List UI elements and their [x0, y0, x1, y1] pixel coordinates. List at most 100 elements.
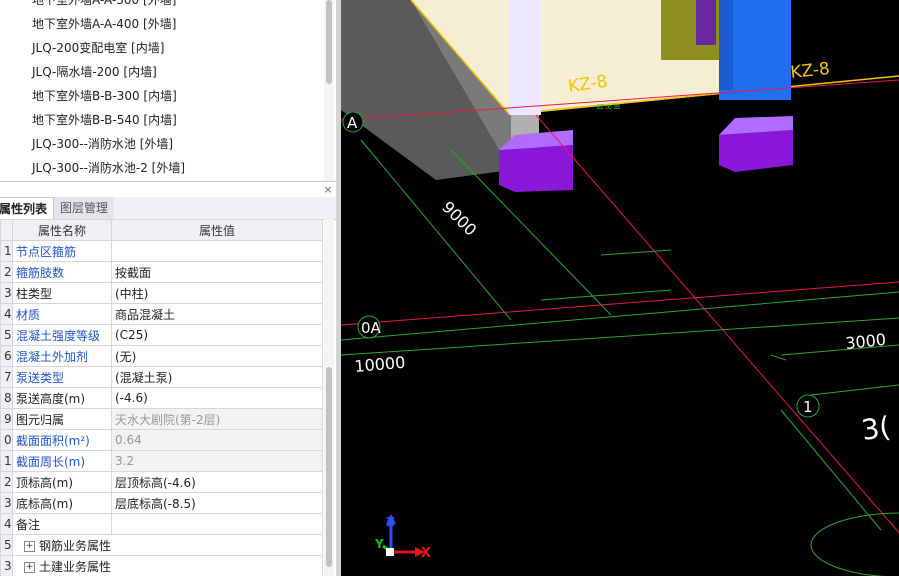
property-value[interactable]: 层顶标高(-4.6): [111, 471, 323, 493]
row-number: 5: [0, 324, 13, 346]
property-table: 属性名称 属性值 1 节点区箍筋 2 箍筋肢数 按截面 3 柱类型 (中柱) 4 材质 商品混…: [0, 219, 323, 576]
list-item[interactable]: 地下室外墙A-A-300 [外墙]: [32, 0, 176, 10]
dim-line: [341, 317, 899, 356]
row-number: 2: [0, 471, 13, 493]
table-row[interactable]: 2 箍筋肢数 按截面: [0, 261, 323, 283]
property-name: 泵送类型: [12, 366, 112, 388]
property-name: 顶标高(m): [12, 471, 112, 493]
dim-text-partial: 3(: [859, 410, 892, 447]
table-row[interactable]: 9 图元归属 天水大剧院(第-2层): [0, 408, 323, 430]
header-num: [0, 219, 13, 241]
row-number: 8: [0, 387, 13, 409]
list-item[interactable]: JLQ-300--消防水池 [外墙]: [32, 134, 173, 154]
list-item[interactable]: JLQ-隔水墙-200 [内墙]: [32, 62, 157, 82]
property-name: 备注: [12, 513, 112, 535]
row-number: 3: [0, 555, 13, 576]
axis-label-a: A: [347, 114, 358, 132]
left-panel: 地下室外墙A-A-300 [外墙] 地下室外墙A-A-400 [外墙] JLQ-…: [0, 0, 336, 576]
axis-line-1: [535, 114, 899, 534]
property-value[interactable]: (C25): [111, 324, 323, 346]
row-number: 5: [0, 534, 13, 556]
list-item[interactable]: 地下室外墙B-B-540 [内墙]: [32, 110, 177, 130]
kz-label-right: KZ-8: [789, 59, 830, 83]
dim-text-3000: 3000: [844, 330, 886, 353]
row-number: 4: [0, 513, 13, 535]
table-row[interactable]: 4 备注: [0, 513, 323, 535]
property-value[interactable]: (-4.6): [111, 387, 323, 409]
property-name: 节点区箍筋: [12, 240, 112, 262]
list-item[interactable]: JLQ-200变配电室 [内墙]: [32, 38, 164, 58]
axis-label-0a: 0A: [361, 319, 382, 337]
row-number: 0: [0, 429, 13, 451]
column-shaft: [509, 0, 541, 115]
element-annotation: ≡∞≡: [596, 102, 621, 113]
property-scrollbar[interactable]: [324, 219, 334, 576]
tab-layers[interactable]: 图层管理: [54, 197, 115, 219]
3d-viewport[interactable]: KZ-8 KZ-8 ≡∞≡ A 0A 1 9000 10000 3000 3(: [341, 0, 899, 576]
row-number: 9: [0, 408, 13, 430]
property-value: 3.2: [111, 450, 323, 472]
table-row[interactable]: 2 顶标高(m) 层顶标高(-4.6): [0, 471, 323, 493]
table-row[interactable]: 6 混凝土外加剂 (无): [0, 345, 323, 367]
property-value[interactable]: 按截面: [111, 261, 323, 283]
table-row[interactable]: 4 材质 商品混凝土: [0, 303, 323, 325]
property-value[interactable]: 层底标高(-8.5): [111, 492, 323, 514]
x-axis-label: X: [421, 546, 431, 561]
scrollbar-thumb[interactable]: [326, 0, 332, 84]
table-row[interactable]: 3 底标高(m) 层底标高(-8.5): [0, 492, 323, 514]
close-panel-button[interactable]: ×: [322, 184, 334, 196]
list-item[interactable]: 地下室外墙B-B-300 [内墙]: [32, 86, 177, 106]
table-row[interactable]: 5 混凝土强度等级 (C25): [0, 324, 323, 346]
table-row[interactable]: 0 截面面积(m²) 0.64: [0, 429, 323, 451]
component-list: 地下室外墙A-A-300 [外墙] 地下室外墙A-A-400 [外墙] JLQ-…: [0, 0, 336, 182]
property-value: 0.64: [111, 429, 323, 451]
group-label: 钢筋业务属性: [39, 538, 112, 553]
header-property-value: 属性值: [111, 219, 323, 241]
axis-origin: [386, 548, 394, 556]
tab-properties[interactable]: 属性列表: [0, 197, 55, 220]
table-row[interactable]: 7 泵送类型 (混凝土泵): [0, 366, 323, 388]
dim-line: [540, 289, 672, 301]
property-name: 箍筋肢数: [12, 261, 112, 283]
row-number: 3: [0, 492, 13, 514]
scrollbar-thumb[interactable]: [326, 367, 332, 567]
table-row[interactable]: 3 + 土建业务属性: [0, 555, 323, 576]
list-scrollbar[interactable]: [324, 0, 334, 181]
property-value[interactable]: 商品混凝土: [111, 303, 323, 325]
property-value[interactable]: [111, 513, 323, 535]
axis-line-0a: [341, 281, 899, 326]
property-name: 柱类型: [12, 282, 112, 304]
dim-arc: [810, 512, 899, 576]
table-row[interactable]: 8 泵送高度(m) (-4.6): [0, 387, 323, 409]
property-name: 泵送高度(m): [12, 387, 112, 409]
table-row[interactable]: 3 柱类型 (中柱): [0, 282, 323, 304]
property-name: 混凝土强度等级: [12, 324, 112, 346]
expand-plus-icon[interactable]: +: [24, 540, 35, 552]
property-value[interactable]: [111, 240, 323, 262]
property-name: 材质: [12, 303, 112, 325]
expand-group-rebar[interactable]: + 钢筋业务属性: [12, 534, 323, 556]
table-row[interactable]: 5 + 钢筋业务属性: [0, 534, 323, 556]
row-number: 3: [0, 282, 13, 304]
row-number: 6: [0, 345, 13, 367]
list-item[interactable]: 地下室外墙A-A-400 [外墙]: [32, 14, 176, 34]
list-item[interactable]: JLQ-300--消防水池-2 [外墙]: [32, 158, 185, 178]
expand-plus-icon[interactable]: +: [24, 561, 35, 573]
property-value: 天水大剧院(第-2层): [111, 408, 323, 430]
viewport-canvas[interactable]: KZ-8 KZ-8 ≡∞≡ A 0A 1 9000 10000 3000 3(: [341, 0, 899, 576]
property-name: 图元归属: [12, 408, 112, 430]
table-row[interactable]: 1 节点区箍筋: [0, 240, 323, 262]
axis-label-1: 1: [803, 398, 813, 416]
expand-group-civil[interactable]: + 土建业务属性: [12, 555, 323, 576]
property-value[interactable]: (混凝土泵): [111, 366, 323, 388]
table-row[interactable]: 1 截面周长(m) 3.2: [0, 450, 323, 472]
z-axis-label: Z: [386, 515, 395, 529]
row-number: 7: [0, 366, 13, 388]
dim-line: [600, 249, 672, 256]
dim-text-10000: 10000: [354, 353, 406, 376]
property-value[interactable]: (无): [111, 345, 323, 367]
y-axis-label: Y: [374, 537, 384, 551]
dim-text-9000: 9000: [438, 197, 480, 239]
group-label: 土建业务属性: [39, 559, 112, 574]
property-value[interactable]: (中柱): [111, 282, 323, 304]
